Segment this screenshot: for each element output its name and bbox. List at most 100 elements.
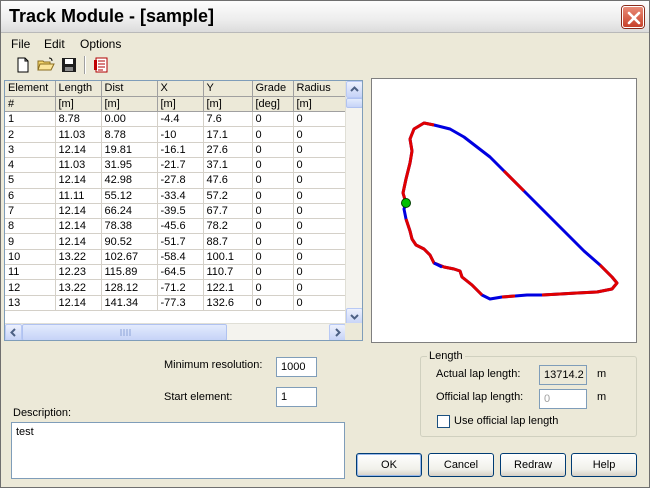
table-row-cell[interactable]: 0 <box>293 188 346 204</box>
table-row-cell[interactable]: 12.23 <box>55 264 102 281</box>
table-row-cell[interactable]: 0 <box>252 233 294 250</box>
table-row-cell[interactable]: 3 <box>5 142 56 158</box>
table-row-cell[interactable]: 0 <box>252 279 294 296</box>
table-row-cell[interactable]: 141.34 <box>101 295 158 311</box>
table-row-cell[interactable]: 13 <box>5 295 56 311</box>
menu-options[interactable]: Options <box>80 37 121 51</box>
official-lap-length-input[interactable]: 0 <box>539 389 587 409</box>
table-units-row[interactable]: # [m] [m] [m] [m] [deg] [m] <box>5 96 346 113</box>
table-row-cell[interactable]: 6 <box>5 188 56 204</box>
table-row-cell[interactable]: -51.7 <box>157 233 204 250</box>
close-button[interactable] <box>622 6 644 28</box>
table-row[interactable]: 13 12.14 141.34 -77.3 132.6 0 0 <box>5 295 346 311</box>
table-row-cell[interactable]: 17.1 <box>203 126 253 143</box>
table-row-cell[interactable]: 13.22 <box>55 279 102 296</box>
menu-file[interactable]: File <box>11 37 30 51</box>
table-row-cell[interactable]: 12.14 <box>55 172 102 189</box>
table-row-cell[interactable]: 11.11 <box>55 188 102 204</box>
table-row-cell[interactable]: 0 <box>293 233 346 250</box>
table-row-cell[interactable]: 0 <box>293 279 346 296</box>
table-row-cell[interactable]: 31.95 <box>101 157 158 174</box>
table-row-cell[interactable]: 0 <box>293 249 346 266</box>
table-row-cell[interactable]: 115.89 <box>101 264 158 281</box>
table-row-cell[interactable]: 66.24 <box>101 203 158 220</box>
table-row-cell[interactable]: 12 <box>5 279 56 296</box>
table-row-cell[interactable]: 19.81 <box>101 142 158 158</box>
title-bar[interactable]: Track Module - [sample] <box>1 1 649 33</box>
table-units-row-cell[interactable]: [m] <box>157 96 204 113</box>
table-row-cell[interactable]: 0.00 <box>101 111 158 128</box>
table-row-cell[interactable]: -27.8 <box>157 172 204 189</box>
table-row-cell[interactable]: 0 <box>252 111 294 128</box>
table-row-cell[interactable]: 11.03 <box>55 126 102 143</box>
table-row-cell[interactable]: 4 <box>5 157 56 174</box>
table-row-cell[interactable]: 0 <box>293 264 346 281</box>
table-row-cell[interactable]: 55.12 <box>101 188 158 204</box>
description-field[interactable]: test <box>11 422 345 479</box>
table-row[interactable]: 9 12.14 90.52 -51.7 88.7 0 0 <box>5 233 346 250</box>
table-header-row-cell[interactable]: Grade <box>252 81 294 97</box>
table-row-cell[interactable]: 0 <box>293 203 346 220</box>
table-header-row-cell[interactable]: Length <box>55 81 102 97</box>
table-units-row-cell[interactable]: [m] <box>203 96 253 113</box>
open-button[interactable] <box>37 56 55 74</box>
table-row-cell[interactable]: 0 <box>252 218 294 235</box>
horizontal-scrollbar[interactable] <box>5 323 346 340</box>
horizontal-scroll-thumb[interactable] <box>22 324 227 340</box>
table-row-cell[interactable]: 10 <box>5 249 56 266</box>
table-row-cell[interactable]: 0 <box>252 295 294 311</box>
table-row-cell[interactable]: 5 <box>5 172 56 189</box>
table-header-row-cell[interactable]: Radius <box>293 81 346 97</box>
table-row-cell[interactable]: 7 <box>5 203 56 220</box>
use-official-lap-length-checkbox[interactable] <box>437 415 450 428</box>
table-row-cell[interactable]: 0 <box>252 188 294 204</box>
track-plot[interactable] <box>371 78 637 343</box>
table-row-cell[interactable]: 12.14 <box>55 295 102 311</box>
table-row-cell[interactable]: -4.4 <box>157 111 204 128</box>
min-resolution-input[interactable]: 1000 <box>276 357 317 377</box>
table-row[interactable]: 10 13.22 102.67 -58.4 100.1 0 0 <box>5 249 346 266</box>
table-row-cell[interactable]: 128.12 <box>101 279 158 296</box>
table-row-cell[interactable]: 0 <box>293 172 346 189</box>
table-row[interactable]: 11 12.23 115.89 -64.5 110.7 0 0 <box>5 264 346 281</box>
table-row[interactable]: 8 12.14 78.38 -45.6 78.2 0 0 <box>5 218 346 235</box>
table-row-cell[interactable]: 0 <box>252 142 294 158</box>
table-row-cell[interactable]: -21.7 <box>157 157 204 174</box>
table-units-row-cell[interactable]: [deg] <box>252 96 294 113</box>
table-row-cell[interactable]: -39.5 <box>157 203 204 220</box>
table-row-cell[interactable]: -45.6 <box>157 218 204 235</box>
table-row-cell[interactable]: 0 <box>293 111 346 128</box>
table-row-cell[interactable]: 90.52 <box>101 233 158 250</box>
table-row-cell[interactable]: 110.7 <box>203 264 253 281</box>
table-row-cell[interactable]: 8 <box>5 218 56 235</box>
table-row-cell[interactable]: 122.1 <box>203 279 253 296</box>
table-row-cell[interactable]: 100.1 <box>203 249 253 266</box>
table-row-cell[interactable]: -58.4 <box>157 249 204 266</box>
table-header-row[interactable]: Element Length Dist X Y Grade Radius <box>5 81 346 97</box>
table-row-cell[interactable]: 2 <box>5 126 56 143</box>
table-row-cell[interactable]: -33.4 <box>157 188 204 204</box>
table-row[interactable]: 3 12.14 19.81 -16.1 27.6 0 0 <box>5 142 346 158</box>
scroll-left-button[interactable] <box>5 324 22 340</box>
table-row[interactable]: 12 13.22 128.12 -71.2 122.1 0 0 <box>5 279 346 296</box>
table-row-cell[interactable]: 37.1 <box>203 157 253 174</box>
table-row-cell[interactable]: 8.78 <box>55 111 102 128</box>
table-row[interactable]: 7 12.14 66.24 -39.5 67.7 0 0 <box>5 203 346 220</box>
table-row-cell[interactable]: 0 <box>293 218 346 235</box>
table-units-row-cell[interactable]: [m] <box>55 96 102 113</box>
table-row[interactable]: 2 11.03 8.78 -10 17.1 0 0 <box>5 126 346 143</box>
table-row-cell[interactable]: 47.6 <box>203 172 253 189</box>
table-header-row-cell[interactable]: Y <box>203 81 253 97</box>
table-row-cell[interactable]: 0 <box>252 157 294 174</box>
cancel-button[interactable]: Cancel <box>428 453 494 477</box>
table-row-cell[interactable]: 0 <box>293 142 346 158</box>
table-row-cell[interactable]: 0 <box>252 264 294 281</box>
table-row-cell[interactable]: 88.7 <box>203 233 253 250</box>
redraw-button[interactable]: Redraw <box>500 453 566 477</box>
ok-button[interactable]: OK <box>356 453 422 477</box>
table-row-cell[interactable]: 12.14 <box>55 233 102 250</box>
scroll-right-button[interactable] <box>329 324 346 340</box>
table-row-cell[interactable]: 132.6 <box>203 295 253 311</box>
table-row-cell[interactable]: 0 <box>252 126 294 143</box>
save-button[interactable] <box>60 56 78 74</box>
